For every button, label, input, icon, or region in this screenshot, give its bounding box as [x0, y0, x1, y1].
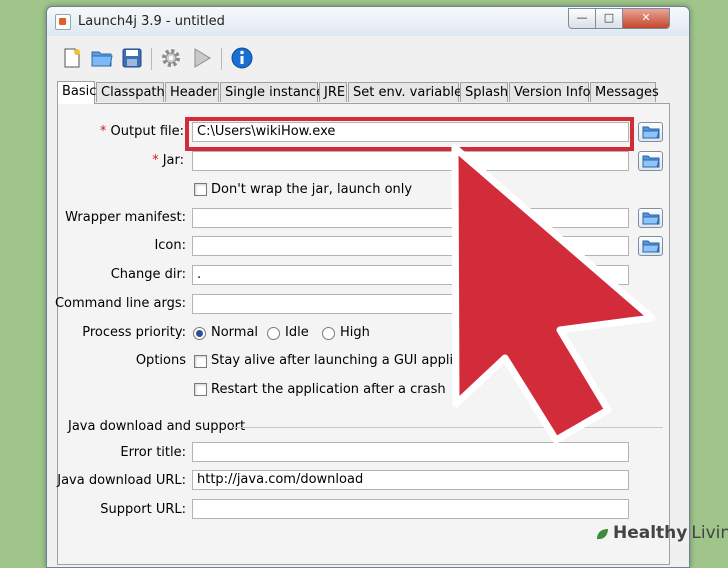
- save-icon[interactable]: [119, 45, 145, 71]
- priority-normal-radio[interactable]: [193, 327, 206, 340]
- tab-basic[interactable]: Basic: [57, 81, 96, 104]
- options-label: Options: [135, 353, 186, 368]
- command-line-args-input[interactable]: [192, 294, 629, 314]
- gear-icon[interactable]: [158, 45, 184, 71]
- new-config-icon[interactable]: [59, 45, 85, 71]
- watermark-brand-2: Living: [691, 523, 728, 543]
- jar-input[interactable]: [192, 151, 629, 171]
- wrapper-manifest-browse-button[interactable]: [638, 208, 663, 228]
- dont-wrap-checkbox[interactable]: [194, 183, 207, 196]
- tab-version-info[interactable]: Version Info: [509, 82, 591, 102]
- change-dir-input[interactable]: .: [192, 265, 629, 285]
- watermark-brand: Healthy: [613, 523, 688, 543]
- tab-splash[interactable]: Splash: [460, 82, 508, 102]
- folder-icon: [642, 155, 660, 168]
- tab-env-variables[interactable]: Set env. variables: [348, 82, 469, 102]
- window-title: Launch4j 3.9 - untitled: [78, 14, 225, 29]
- tab-single-instance[interactable]: Single instance: [220, 82, 324, 102]
- command-line-args-label: Command line args:: [54, 296, 186, 311]
- folder-icon: [642, 240, 660, 253]
- tab-jre[interactable]: JRE: [319, 82, 347, 102]
- java-download-section-title: Java download and support: [68, 419, 246, 434]
- output-file-label: * Output file:: [99, 124, 184, 139]
- open-folder-icon[interactable]: [89, 45, 115, 71]
- process-priority-label: Process priority:: [82, 325, 186, 340]
- tab-header[interactable]: Header: [165, 82, 219, 102]
- jar-browse-button[interactable]: [638, 151, 663, 171]
- minimize-button[interactable]: —: [568, 8, 596, 29]
- wrapper-manifest-label: Wrapper manifest:: [65, 210, 186, 225]
- tab-messages[interactable]: Messages: [590, 82, 659, 102]
- support-url-label: Support URL:: [100, 502, 186, 517]
- icon-browse-button[interactable]: [638, 236, 663, 256]
- stay-alive-checkbox[interactable]: [194, 355, 207, 368]
- support-url-input[interactable]: [192, 499, 629, 519]
- restart-checkbox[interactable]: [194, 383, 207, 396]
- priority-high-radio[interactable]: [322, 327, 335, 340]
- section-divider: [233, 427, 663, 428]
- restart-label: Restart the application after a crash: [211, 382, 446, 397]
- output-file-browse-button[interactable]: [638, 122, 663, 142]
- stay-alive-label: Stay alive after launching a GUI applica…: [211, 353, 494, 368]
- output-file-input[interactable]: C:\Users\wikiHow.exe: [192, 122, 629, 142]
- error-title-label: Error title:: [120, 445, 186, 460]
- java-download-url-label: Java download URL:: [57, 473, 186, 488]
- info-icon[interactable]: [229, 45, 255, 71]
- leaf-icon: [595, 526, 609, 540]
- dont-wrap-label: Don't wrap the jar, launch only: [211, 182, 413, 197]
- java-download-url-input[interactable]: http://java.com/download: [192, 470, 629, 490]
- error-title-input[interactable]: [192, 442, 629, 462]
- wrapper-manifest-input[interactable]: [192, 208, 629, 228]
- tab-bar: Basic Classpath Header Single instance J…: [57, 81, 659, 104]
- folder-icon: [642, 212, 660, 225]
- icon-label: Icon:: [154, 238, 186, 253]
- icon-input[interactable]: [192, 236, 629, 256]
- priority-idle-radio[interactable]: [267, 327, 280, 340]
- folder-icon: [642, 126, 660, 139]
- jar-label: * Jar:: [152, 153, 184, 168]
- play-icon[interactable]: [189, 45, 215, 71]
- close-button[interactable]: ✕: [622, 8, 670, 29]
- priority-idle-label: Idle: [285, 325, 309, 340]
- tab-classpath[interactable]: Classpath: [96, 82, 165, 102]
- watermark: HealthyLiving: [595, 521, 728, 545]
- toolbar: [47, 38, 689, 78]
- maximize-button[interactable]: □: [595, 8, 623, 29]
- priority-normal-label: Normal: [211, 325, 259, 340]
- app-icon: [55, 14, 71, 30]
- priority-high-label: High: [340, 325, 370, 340]
- change-dir-label: Change dir:: [110, 267, 186, 282]
- title-bar[interactable]: Launch4j 3.9 - untitled — □ ✕: [47, 7, 689, 36]
